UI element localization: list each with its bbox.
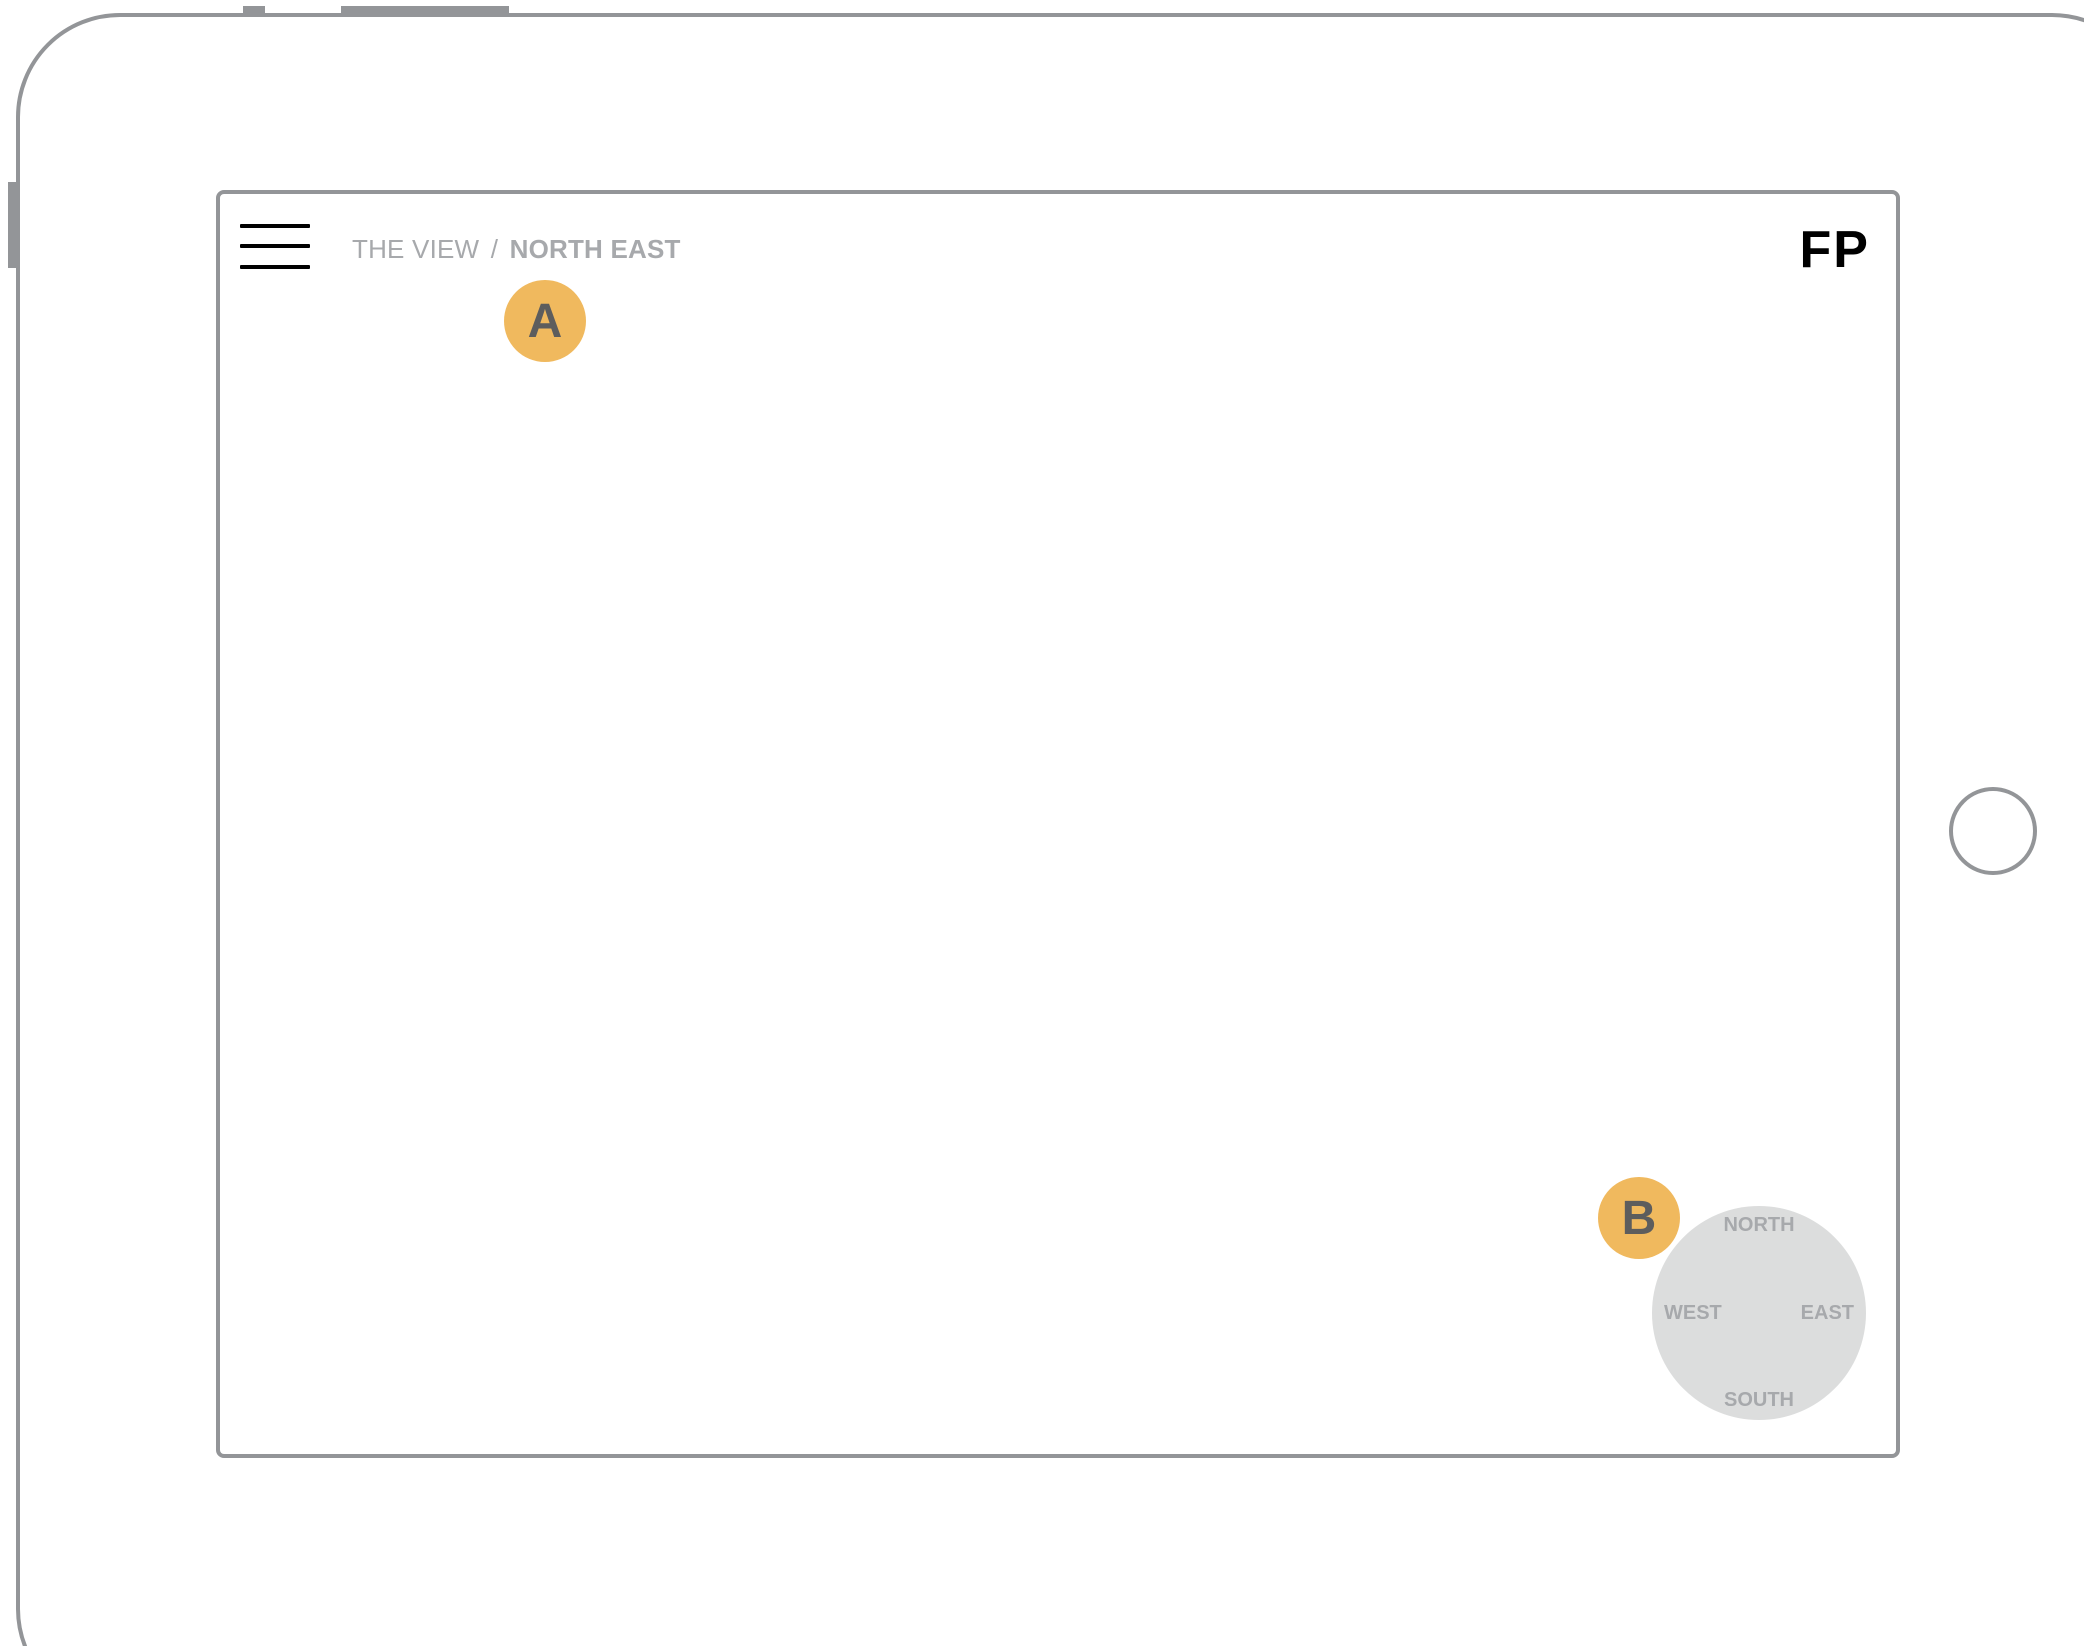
app-screen: THE VIEW / NORTH EAST FP A NORTH WEST EA…	[216, 190, 1900, 1458]
compass-control: NORTH WEST EAST SOUTH	[1652, 1206, 1866, 1420]
breadcrumb-root[interactable]: THE VIEW	[352, 234, 479, 264]
annotation-marker-a: A	[504, 280, 586, 362]
compass-north-button[interactable]: NORTH	[1652, 1214, 1866, 1237]
breadcrumb-current: NORTH EAST	[509, 234, 681, 264]
device-frame: THE VIEW / NORTH EAST FP A NORTH WEST EA…	[0, 0, 2084, 1646]
compass-west-button[interactable]: WEST	[1664, 1302, 1722, 1325]
logo: FP	[1799, 221, 1870, 279]
annotation-marker-b: B	[1598, 1177, 1680, 1259]
menu-line	[240, 224, 310, 228]
power-button	[341, 6, 509, 13]
breadcrumb: THE VIEW / NORTH EAST	[352, 234, 681, 265]
menu-line	[240, 244, 310, 248]
menu-line	[240, 265, 310, 269]
compass-east-button[interactable]: EAST	[1801, 1302, 1854, 1325]
home-button[interactable]	[1949, 787, 2037, 875]
breadcrumb-separator: /	[490, 234, 499, 264]
compass-south-button[interactable]: SOUTH	[1652, 1389, 1866, 1412]
volume-button	[243, 6, 265, 13]
hamburger-menu-icon[interactable]	[240, 224, 310, 274]
